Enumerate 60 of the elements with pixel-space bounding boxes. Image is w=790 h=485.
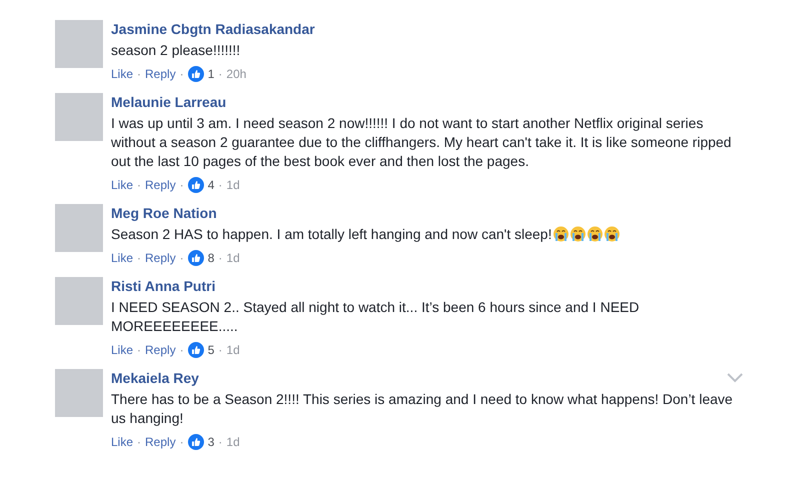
- action-link[interactable]: Like: [111, 67, 134, 81]
- separator-dot: ·: [180, 251, 184, 265]
- comment-text: I NEED SEASON 2.. Stayed all night to watch it... It’s been 6 hours since and I NEED MOREEEEEEEE.....: [111, 299, 640, 334]
- separator-dot: ·: [137, 67, 142, 81]
- author-name[interactable]: Melaunie Larreau: [111, 94, 226, 110]
- like-count: 4: [208, 178, 214, 192]
- crying-face-icon: [586, 226, 603, 242]
- separator-dot: ·: [180, 435, 184, 449]
- action-link[interactable]: Reply: [145, 435, 176, 449]
- comment-text: Season 2 HAS to happen. I am totally left hanging and now can't sleep!: [111, 226, 552, 242]
- avatar-photo-placeholder: [55, 369, 103, 417]
- action-link[interactable]: Reply: [145, 251, 176, 265]
- separator-dot: ·: [137, 251, 142, 265]
- separator-dot: ·: [180, 178, 184, 192]
- comment-text: season 2 please!!!!!!!: [111, 42, 240, 58]
- author-name[interactable]: Risti Anna Putri: [111, 278, 216, 294]
- separator-dot: ·: [218, 67, 222, 81]
- avatar-photo-placeholder: [55, 93, 103, 141]
- like-count: 1: [208, 67, 214, 81]
- action-link[interactable]: Like: [111, 178, 134, 192]
- separator-dot: ·: [180, 343, 184, 357]
- comment-time: 20h: [226, 67, 246, 81]
- comment-time: 1d: [226, 435, 240, 449]
- action-link[interactable]: Like: [111, 251, 134, 265]
- comment-time: 1d: [226, 343, 240, 357]
- chevron-down-icon[interactable]: [727, 373, 743, 383]
- like-count: 8: [208, 251, 214, 265]
- action-link[interactable]: Like: [111, 435, 134, 449]
- avatar-photo-placeholder: [55, 204, 103, 252]
- thumbs-up-icon: [188, 342, 204, 358]
- crying-face-icon: [604, 226, 620, 242]
- separator-dot: ·: [218, 343, 222, 357]
- thumbs-up-icon: [188, 434, 204, 450]
- separator-dot: ·: [180, 67, 184, 81]
- comment-time: 1d: [226, 178, 240, 192]
- like-count: 3: [208, 435, 214, 449]
- comment-time: 1d: [226, 251, 240, 265]
- thumbs-up-icon: [188, 250, 204, 266]
- avatar-photo-placeholder: [55, 277, 103, 325]
- separator-dot: ·: [137, 435, 142, 449]
- action-link[interactable]: Reply: [145, 178, 176, 192]
- author-name[interactable]: Meg Roe Nation: [111, 205, 217, 221]
- separator-dot: ·: [137, 178, 142, 192]
- action-link[interactable]: Reply: [145, 67, 176, 81]
- separator-dot: ·: [137, 343, 142, 357]
- comment-text: I was up until 3 am. I need season 2 now!!!!!! I do not want to start another Netflix original series without a season 2 guarantee due to the cliffhangers. My heart can't take it. It is like someone ripped out the last 10 pages of the best book ever and then lost the pages.: [111, 115, 732, 169]
- comment-text: There has to be a Season 2!!!! This series is amazing and I need to know what happens! Don’t leave us hanging!: [111, 391, 733, 426]
- action-link[interactable]: Reply: [145, 343, 176, 357]
- crying-face-icon: [570, 226, 586, 242]
- author-name[interactable]: Jasmine Cbgtn Radiasakandar: [111, 21, 315, 37]
- crying-face-icon: [552, 226, 569, 242]
- avatar-photo-placeholder: [55, 20, 103, 68]
- author-name[interactable]: Mekaiela Rey: [111, 370, 199, 386]
- thumbs-up-icon: [188, 66, 204, 82]
- thumbs-up-icon: [188, 177, 204, 193]
- separator-dot: ·: [218, 435, 222, 449]
- separator-dot: ·: [218, 251, 222, 265]
- like-count: 5: [208, 343, 214, 357]
- action-link[interactable]: Like: [111, 343, 134, 357]
- separator-dot: ·: [218, 178, 222, 192]
